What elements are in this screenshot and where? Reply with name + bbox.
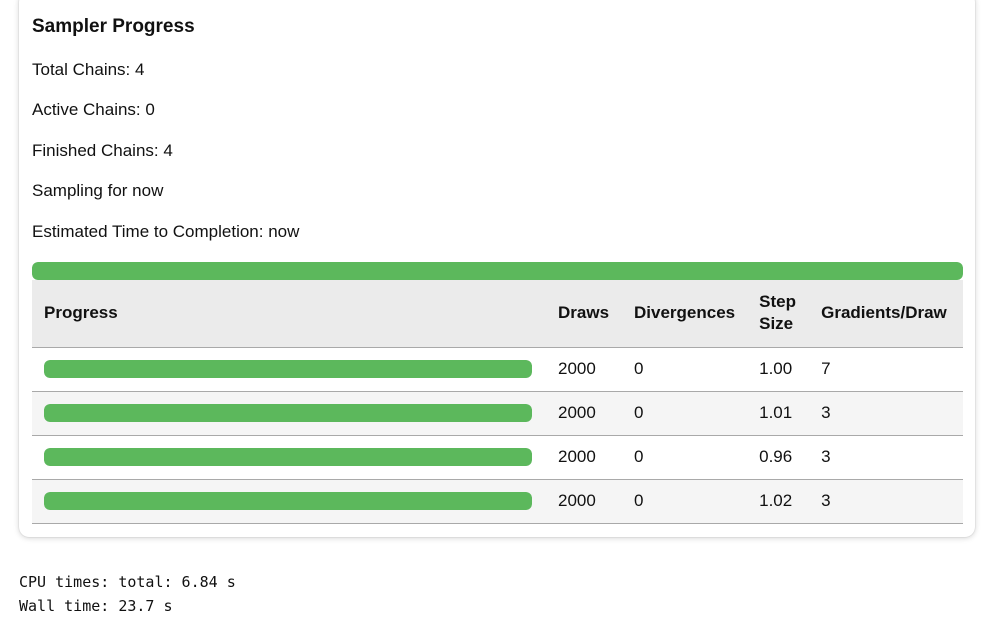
chain-draws-cell: 2000 [546,391,622,436]
active-chains-text: Active Chains: 0 [32,100,155,119]
chain-divergences-cell: 0 [622,391,748,436]
chain-progress-bar [44,360,532,378]
chain-gradients-cell: 7 [809,347,963,392]
header-step-size: Step Size [747,280,810,348]
chain-progress-fill [44,404,532,422]
header-progress: Progress [32,280,546,348]
chain-step-size-cell: 1.00 [747,347,810,392]
chain-gradients-cell: 3 [809,479,963,524]
chain-progress-cell [32,391,546,436]
finished-chains-text: Finished Chains: 4 [32,141,173,160]
chain-draws-cell: 2000 [546,347,622,392]
table-header-row: Progress Draws Divergences Step Size Grad… [32,280,963,348]
chain-gradients-cell: 3 [809,435,963,480]
chain-draws-cell: 2000 [546,479,622,524]
chain-row: 2000 0 1.01 3 [32,391,963,436]
chain-divergences-cell: 0 [622,435,748,480]
chain-progress-fill [44,448,532,466]
chain-step-size-cell: 1.02 [747,479,810,524]
chain-gradients-cell: 3 [809,391,963,436]
chain-progress-cell [32,479,546,524]
chain-progress-cell [32,347,546,392]
chain-step-size-cell: 1.01 [747,391,810,436]
chain-progress-fill [44,360,532,378]
chain-row: 2000 0 1.00 7 [32,347,963,392]
chain-progress-bar [44,448,532,466]
chain-divergences-cell: 0 [622,479,748,524]
chain-row: 2000 0 0.96 3 [32,435,963,480]
chain-divergences-cell: 0 [622,347,748,392]
header-step-size-line1: Step [759,292,796,312]
chain-progress-cell [32,435,546,480]
overall-progress-fill [32,262,963,280]
wall-time-text: Wall time: 23.7 s [19,597,173,615]
total-chains-text: Total Chains: 4 [32,60,145,79]
sampler-progress-panel: Sampler Progress Total Chains: 4 Active … [19,0,975,537]
panel-title: Sampler Progress [32,16,195,37]
eta-text: Estimated Time to Completion: now [32,222,300,241]
chains-table: Progress Draws Divergences Step Size Grad… [32,280,963,524]
chain-draws-cell: 2000 [546,435,622,480]
cpu-times-text: CPU times: total: 6.84 s [19,573,236,591]
chain-row: 2000 0 1.02 3 [32,479,963,524]
chain-progress-bar [44,404,532,422]
chain-progress-fill [44,492,532,510]
header-step-size-line2: Size [759,314,794,334]
chain-progress-bar [44,492,532,510]
overall-progress-bar [32,262,963,280]
header-gradients: Gradients/Draw [809,280,963,348]
header-draws: Draws [546,280,622,348]
chain-step-size-cell: 0.96 [747,435,810,480]
sampling-duration-text: Sampling for now [32,181,164,200]
header-divergences: Divergences [622,280,748,348]
